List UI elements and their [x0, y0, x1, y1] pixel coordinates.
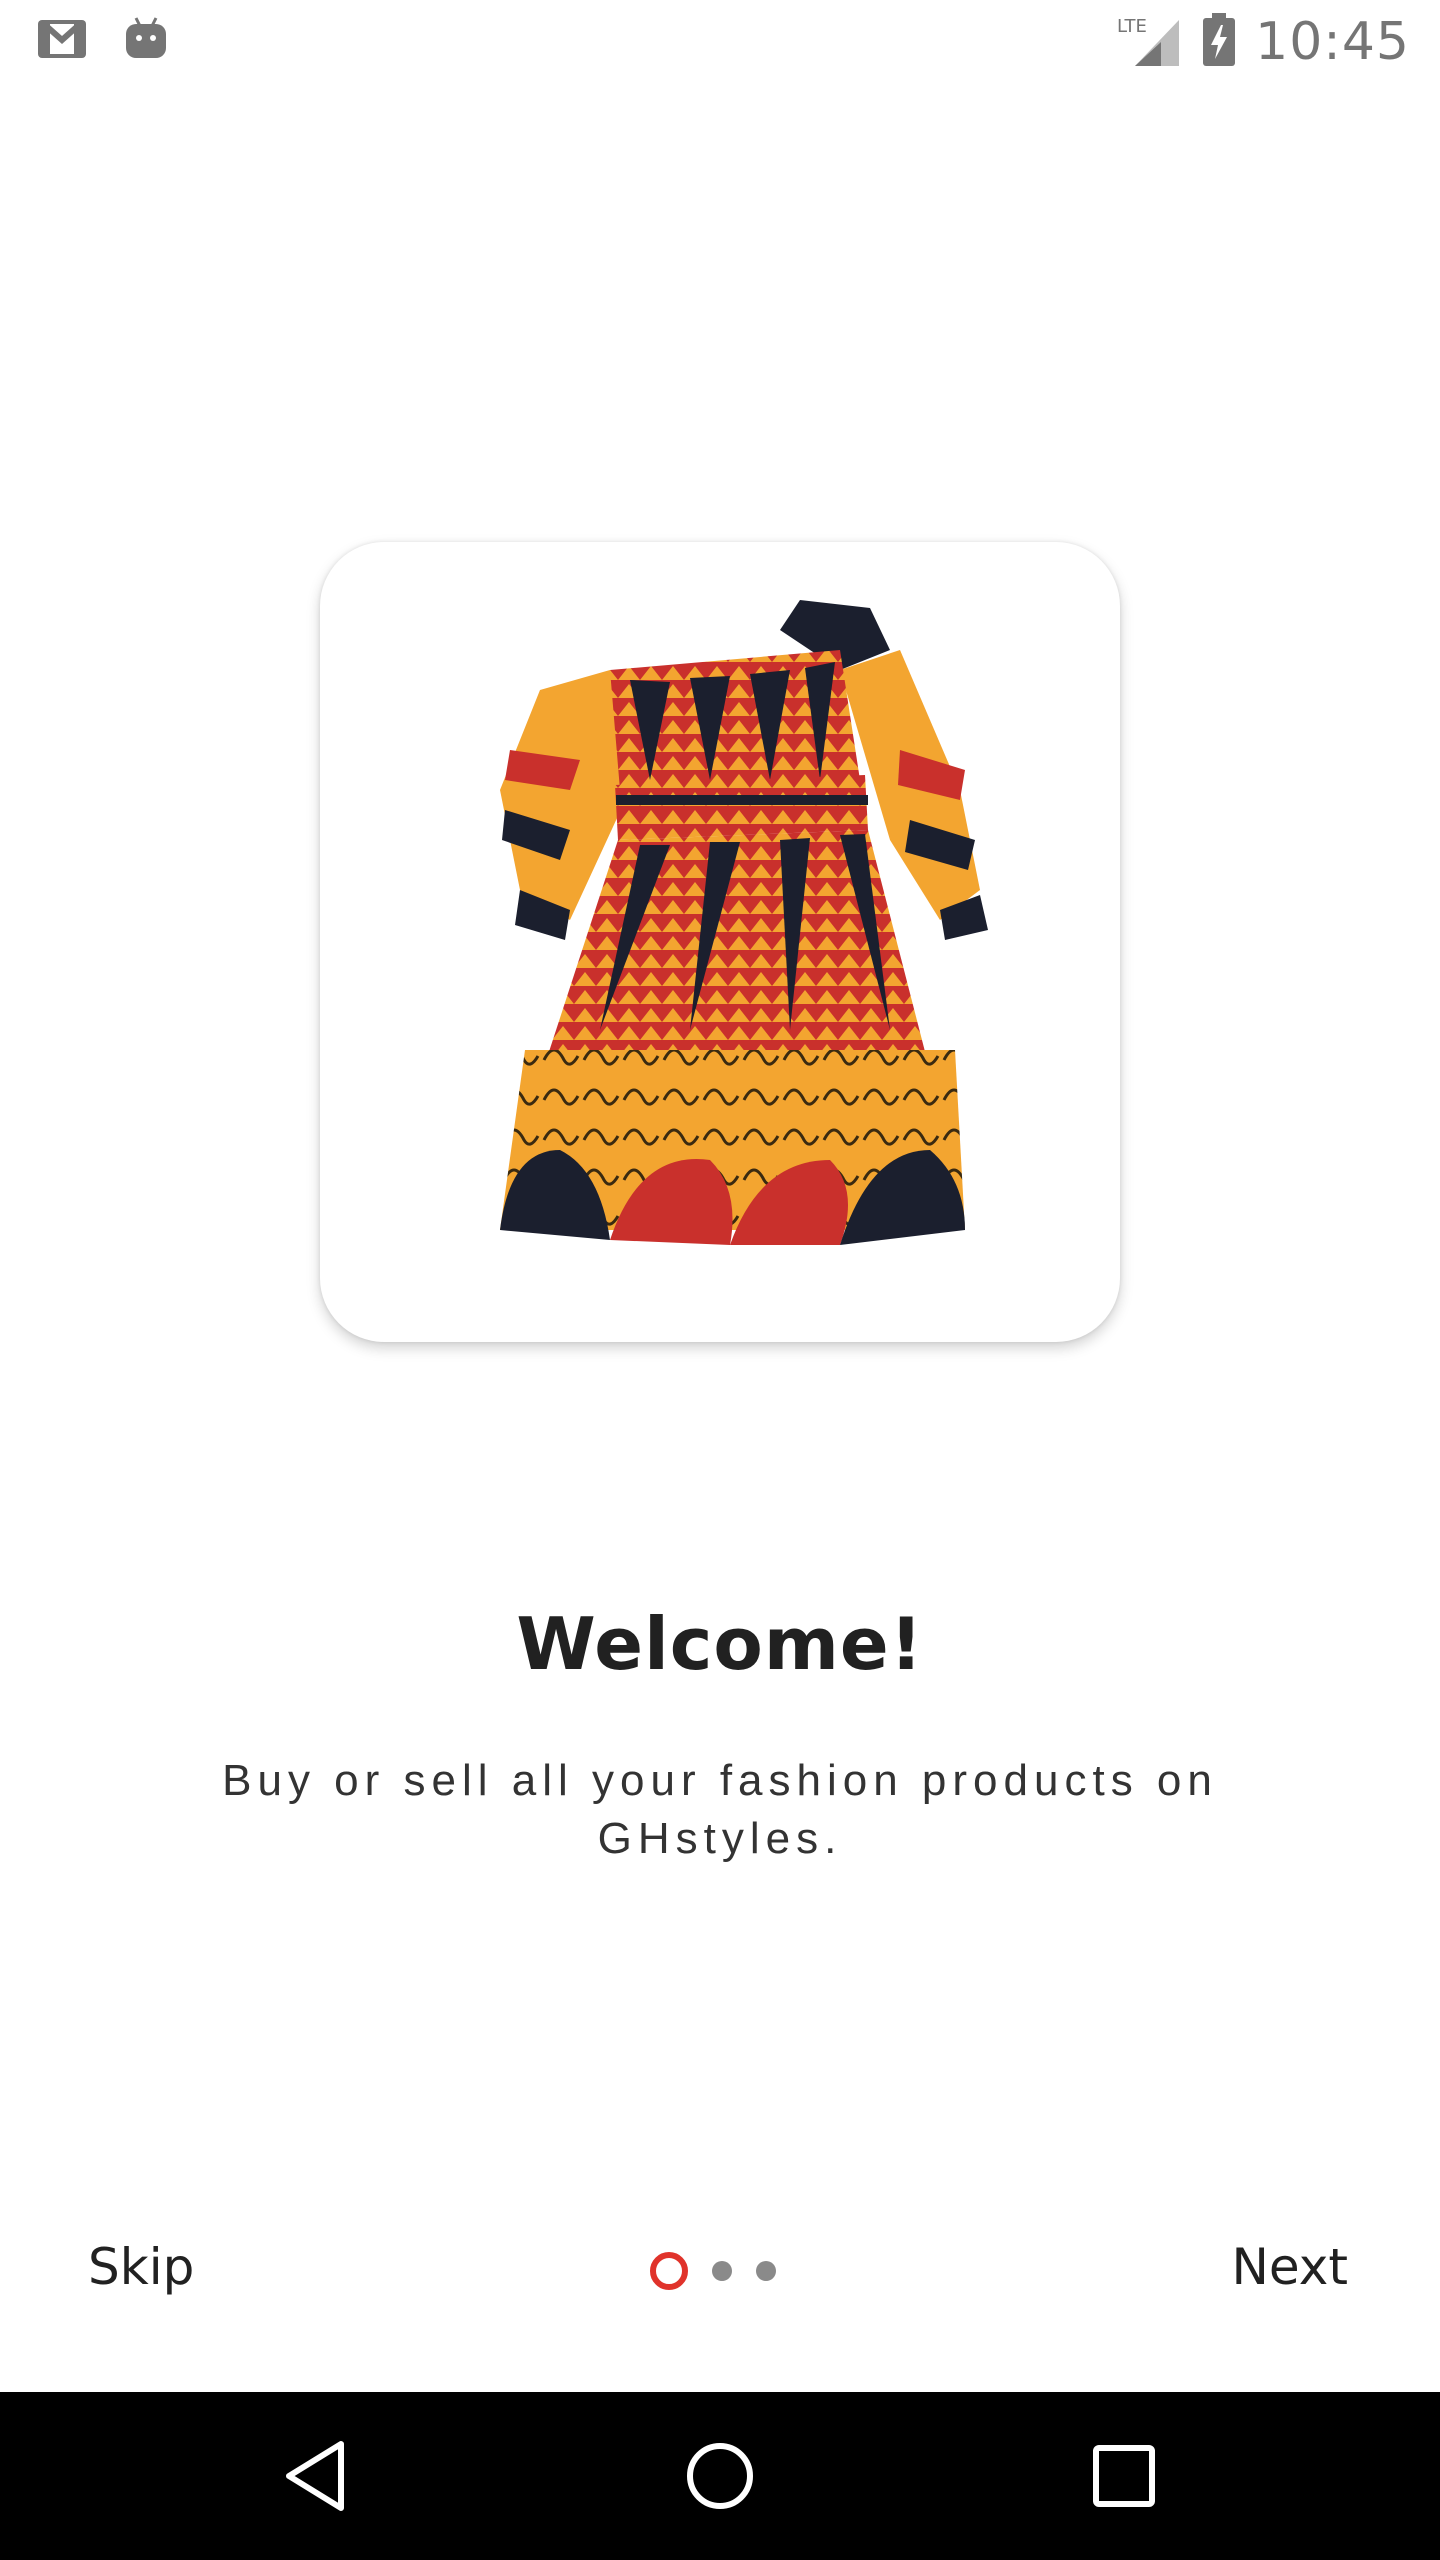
- recents-button[interactable]: [1044, 2392, 1204, 2560]
- status-clock: 10:45: [1255, 12, 1410, 72]
- subtitle-line-1: Buy or sell all your fashion products on: [222, 1756, 1218, 1805]
- next-button[interactable]: Next: [1232, 2238, 1348, 2296]
- android-icon: [124, 14, 168, 66]
- subtitle-line-2: GHstyles.: [597, 1814, 843, 1863]
- home-button[interactable]: [640, 2392, 800, 2560]
- status-bar-right: LTE 10:45: [1117, 10, 1410, 74]
- back-button[interactable]: [236, 2392, 396, 2560]
- status-bar: LTE 10:45: [0, 0, 1440, 84]
- gmail-icon: [36, 14, 88, 66]
- page-dot-3[interactable]: [756, 2261, 776, 2281]
- page-dot-1[interactable]: [650, 2252, 688, 2290]
- skip-button[interactable]: Skip: [88, 2238, 194, 2296]
- recents-icon: [1093, 2445, 1155, 2507]
- dress-image: [500, 600, 988, 1245]
- signal-icon: LTE: [1117, 10, 1183, 74]
- battery-charging-icon: [1201, 13, 1237, 71]
- network-label: LTE: [1117, 16, 1147, 37]
- home-icon: [687, 2443, 753, 2509]
- status-bar-left: [36, 14, 168, 66]
- page-indicator: [650, 2252, 776, 2290]
- navigation-bar: [0, 2392, 1440, 2560]
- product-image-card: [320, 542, 1120, 1342]
- page-dot-2[interactable]: [712, 2261, 732, 2281]
- welcome-title: Welcome!: [516, 1602, 924, 1686]
- welcome-subtitle: Buy or sell all your fashion products on…: [180, 1752, 1260, 1868]
- back-icon: [286, 2441, 344, 2511]
